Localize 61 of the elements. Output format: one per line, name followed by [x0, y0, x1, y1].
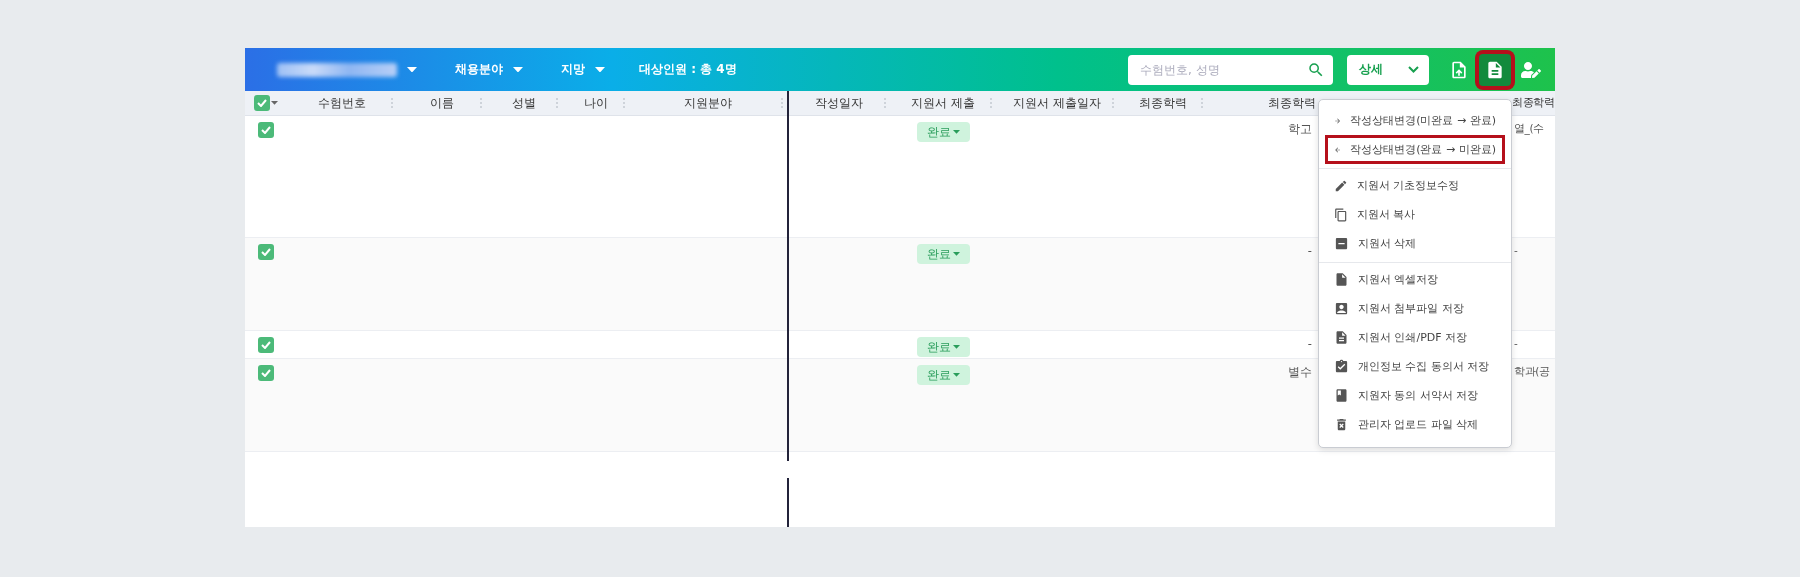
caret-icon — [595, 66, 605, 73]
select-all-checkbox[interactable] — [253, 95, 270, 111]
table-cell: 학과(공 — [1514, 365, 1550, 379]
clipboard-check-icon — [1334, 359, 1349, 374]
person-card-icon — [1334, 301, 1349, 316]
check-icon — [260, 369, 271, 377]
row-checkbox[interactable] — [257, 122, 274, 138]
column-header: 지원서 제출일자 — [1013, 95, 1101, 111]
column-header: 성별 — [512, 95, 536, 111]
pencil-icon — [1334, 178, 1348, 193]
book-icon — [1334, 388, 1349, 403]
caret-icon — [513, 66, 523, 73]
user-edit-icon — [1521, 59, 1541, 80]
row-checkbox[interactable] — [257, 337, 274, 353]
check-icon — [256, 99, 267, 107]
table-cell: - — [1307, 337, 1312, 351]
column-header: 최종학력 — [1268, 95, 1316, 111]
trash-icon — [1334, 417, 1349, 432]
table-cell: 별수 — [1288, 365, 1312, 380]
check-icon — [260, 341, 271, 349]
table-cell: - — [1514, 244, 1518, 256]
menu-item[interactable]: 관리자 업로드 파일 삭제 — [1325, 410, 1505, 439]
caret-icon — [952, 373, 960, 377]
caret-icon — [952, 345, 960, 349]
column-header: 이름 — [429, 95, 454, 111]
caret-icon — [407, 66, 417, 73]
chevron-down-icon — [1408, 66, 1419, 73]
menu-item[interactable]: 지원서 엑셀저장 — [1325, 265, 1505, 294]
count-label: 대상인원 : 총 4명 — [639, 61, 737, 78]
menu-item[interactable]: 작성상태변경(미완료 → 완료) — [1325, 106, 1505, 135]
caret-icon — [952, 252, 960, 256]
column-header: 최종학력 — [1512, 96, 1555, 110]
row-checkbox[interactable] — [257, 365, 274, 381]
search-icon — [1307, 60, 1325, 79]
table-cell: 학고 — [1288, 122, 1312, 137]
menu-item[interactable]: 지원자 동의 서약서 저장 — [1325, 381, 1505, 410]
copy-icon — [1334, 207, 1348, 222]
column-header: 수험번호 — [317, 95, 366, 111]
column-header: 나이 — [583, 95, 608, 111]
table-cell: - — [1514, 337, 1518, 349]
menu-item[interactable]: 지원서 첨부파일 저장 — [1325, 294, 1505, 323]
column-header: 지원서 제출 — [911, 95, 975, 111]
file-icon — [1334, 272, 1349, 287]
row-checkbox[interactable] — [257, 244, 274, 260]
table-cell: - — [1307, 244, 1312, 258]
document-icon — [1334, 330, 1349, 345]
column-header: 최종학력 — [1138, 95, 1187, 111]
search-field[interactable]: 수험번호, 성명 — [1128, 54, 1333, 85]
check-icon — [260, 248, 271, 256]
check-icon — [260, 126, 271, 134]
caret-icon — [952, 130, 960, 134]
table-cell: 열_(수 — [1514, 122, 1544, 136]
menu-item[interactable]: 지원서 인쇄/PDF 저장 — [1325, 323, 1505, 352]
menu-item[interactable]: 작성상태변경(완료 → 미완료) — [1325, 135, 1505, 164]
column-header: 작성일자 — [814, 95, 863, 111]
column-header: 지원분야 — [684, 95, 732, 111]
menu-item[interactable]: 지원서 복사 — [1325, 200, 1505, 229]
caret-icon — [270, 101, 278, 105]
menu-item[interactable]: 지원서 삭제 — [1325, 229, 1505, 258]
menu-item[interactable]: 지원서 기초정보수정 — [1325, 171, 1505, 200]
menu-item[interactable]: 개인정보 수집 동의서 저장 — [1325, 352, 1505, 381]
